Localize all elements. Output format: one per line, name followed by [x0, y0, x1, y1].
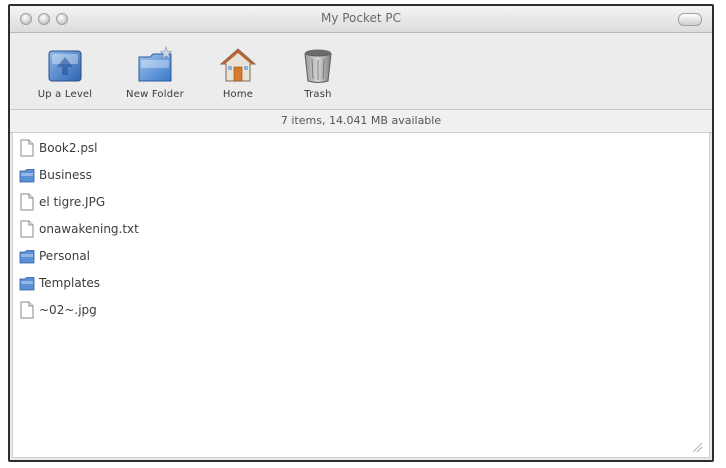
list-item[interactable]: Templates: [19, 272, 100, 294]
list-item[interactable]: Personal: [19, 245, 90, 267]
file-name: Book2.psl: [39, 141, 98, 155]
file-name: ~02~.jpg: [39, 303, 97, 317]
list-item[interactable]: onawakening.txt: [19, 218, 139, 240]
trash-label: Trash: [304, 89, 332, 100]
file-name: Templates: [39, 276, 101, 290]
document-icon: [20, 220, 34, 238]
file-list[interactable]: Book2.psl Business el tigre.JPG onawaken…: [12, 132, 710, 458]
trash-icon: [304, 49, 332, 83]
toolbar: Up a Level New Folder Home Trash: [10, 33, 712, 109]
trash-button[interactable]: Trash: [279, 45, 357, 100]
home-button[interactable]: Home: [199, 45, 277, 100]
list-item[interactable]: Business: [19, 164, 92, 186]
up-a-level-label: Up a Level: [37, 89, 93, 100]
new-folder-icon: [138, 46, 173, 82]
list-item[interactable]: Book2.psl: [19, 137, 98, 159]
document-icon: [20, 193, 34, 211]
new-folder-button[interactable]: New Folder: [116, 45, 194, 100]
folder-icon: [19, 277, 35, 291]
folder-icon: [19, 250, 35, 264]
document-icon: [20, 139, 34, 157]
up-level-icon: [48, 50, 82, 82]
file-name: Personal: [39, 249, 91, 263]
up-a-level-button[interactable]: Up a Level: [26, 45, 104, 100]
list-item[interactable]: ~02~.jpg: [19, 299, 97, 321]
title-bar[interactable]: My Pocket PC: [10, 6, 712, 33]
list-item[interactable]: el tigre.JPG: [19, 191, 105, 213]
resize-grip-icon[interactable]: [691, 441, 703, 453]
file-name: onawakening.txt: [39, 222, 139, 236]
finder-window: My Pocket PC Up a Level New Folder Home …: [8, 4, 714, 462]
window-title: My Pocket PC: [320, 11, 402, 25]
file-name: Business: [39, 168, 92, 182]
status-bar: 7 items, 14.041 MB available: [10, 109, 712, 133]
file-name: el tigre.JPG: [39, 195, 106, 209]
document-icon: [20, 301, 34, 319]
new-folder-label: New Folder: [126, 89, 184, 100]
home-icon: [219, 48, 257, 82]
folder-icon: [19, 169, 35, 183]
home-label: Home: [222, 89, 254, 100]
toolbar-toggle-button[interactable]: [678, 13, 702, 26]
